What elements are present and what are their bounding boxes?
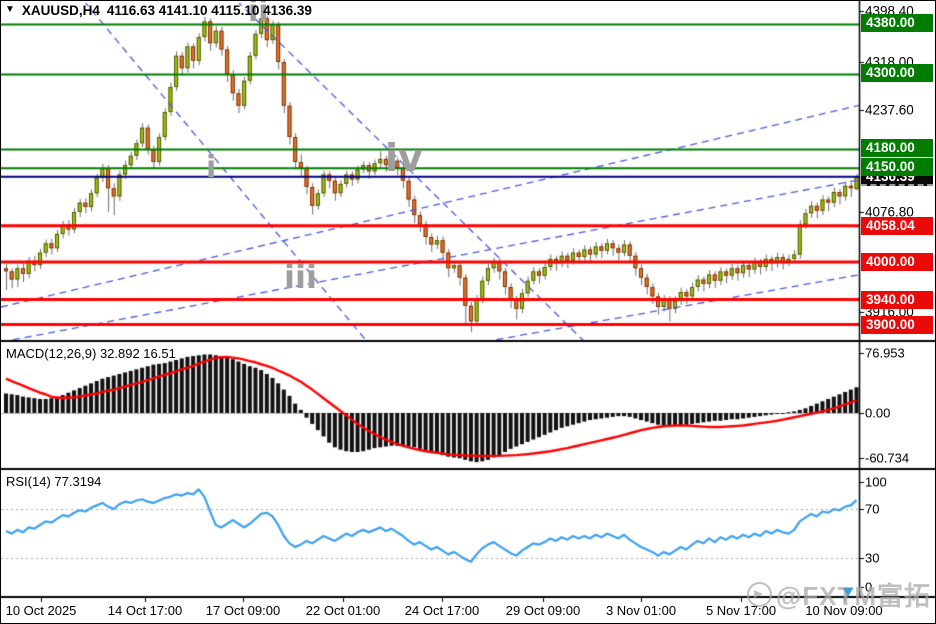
price-tick-label: 4237.60 [865,102,914,118]
macd-tick-label: 76.953 [865,345,905,361]
watermark: @FXTM富拓 [746,576,931,613]
price-badge: 4150.00 [861,158,933,176]
paper-plane-icon [746,582,772,607]
rsi-value: 77.3194 [54,474,102,489]
rsi-tick-label: 30 [865,550,880,566]
time-label: 3 Nov 01:00 [605,603,677,618]
time-label: 29 Oct 09:00 [505,603,581,618]
price-badge: 3900.00 [861,316,933,334]
watermark-text: @FXTM富拓 [775,581,931,611]
chart-canvas[interactable] [1,1,935,623]
wave-label: iii [284,258,317,296]
macd-tick-label: 0.00 [865,405,891,421]
wave-label: i [206,150,217,185]
macd-name: MACD(12,26,9) [6,346,97,361]
time-label: 10 Oct 2025 [5,603,77,618]
rsi-name: RSI(14) [6,474,51,489]
symbol-title: XAUUSD,H4 [21,3,100,18]
price-badge: 3940.00 [861,291,933,309]
macd-tick-label: -60.734 [865,450,910,466]
time-label: 22 Oct 01:00 [305,603,381,618]
rsi-tick-label: 100 [865,474,887,490]
price-badge: 4380.00 [861,14,933,32]
time-label: 17 Oct 09:00 [205,603,281,618]
price-badge: 4058.04 [861,217,933,235]
ohlc-values: 4116.63 4141.10 4115.10 4136.39 [106,3,312,18]
trading-chart-window: i ii iii iv ▼ XAUUSD,H4 4116.63 4141.10 411… [0,0,936,624]
chart-header: ▼ XAUUSD,H4 4116.63 4141.10 4115.10 4136… [5,3,312,18]
price-badge: 4180.00 [861,139,933,157]
wave-label: iv [385,136,423,180]
macd-indicator-label: MACD(12,26,9) 32.892 16.51 [6,346,176,361]
rsi-indicator-label: RSI(14) 77.3194 [6,474,101,489]
time-label: 24 Oct 17:00 [404,603,480,618]
symbol-dropdown-icon[interactable]: ▼ [5,4,15,15]
rsi-tick-label: 70 [865,501,880,517]
watermark-blue-mark [842,588,853,597]
macd-values: 32.892 16.51 [99,346,176,361]
price-badge: 4000.00 [861,253,933,271]
price-badge: 4300.00 [861,64,933,82]
time-label: 14 Oct 17:00 [107,603,183,618]
